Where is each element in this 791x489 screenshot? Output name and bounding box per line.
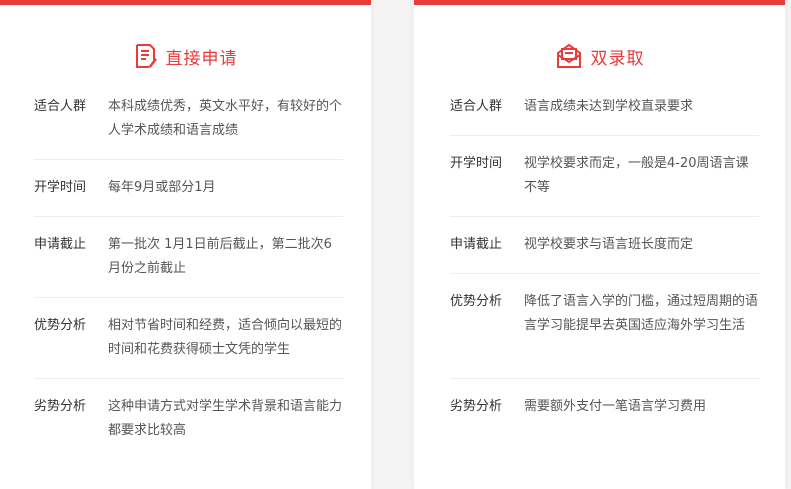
- row-label: 适合人群: [34, 99, 87, 114]
- row-value: 本科成绩优秀，英文水平好，有较好的个人学术成绩和语言成绩: [108, 99, 343, 138]
- divider: [34, 216, 343, 217]
- row-disadvantages: 劣势分析 需要额外支付一笔语言学习费用: [450, 395, 759, 419]
- row-disadvantages: 劣势分析 这种申请方式对学生学术背景和语言能力都要求比较高: [34, 395, 343, 443]
- row-label: 申请截止: [34, 237, 87, 252]
- row-value: 降低了语言入学的门槛，通过短周期的语言学习能提早去英国适应海外学习生活: [524, 294, 759, 333]
- divider: [450, 216, 759, 217]
- row-value: 相对节省时间和经费，适合倾向以最短的时间和花费获得硕士文凭的学生: [108, 318, 343, 357]
- row-label: 劣势分析: [450, 399, 503, 414]
- divider: [34, 378, 343, 379]
- row-start-date: 开学时间 视学校要求而定，一般是4-20周语言课不等: [450, 152, 759, 200]
- row-value: 语言成绩未达到学校直录要求: [524, 99, 694, 114]
- card-header: 双录取: [414, 41, 785, 71]
- row-start-date: 开学时间 每年9月或部分1月: [34, 176, 343, 200]
- divider: [34, 159, 343, 160]
- row-deadline: 申请截止 视学校要求与语言班长度而定: [450, 233, 759, 257]
- row-value: 需要额外支付一笔语言学习费用: [524, 399, 707, 414]
- row-advantages: 优势分析 相对节省时间和经费，适合倾向以最短的时间和花费获得硕士文凭的学生: [34, 314, 343, 362]
- row-label: 申请截止: [450, 237, 503, 252]
- divider: [34, 297, 343, 298]
- row-advantages: 优势分析 降低了语言入学的门槛，通过短周期的语言学习能提早去英国适应海外学习生活: [450, 290, 759, 338]
- card-title: 双录取: [590, 48, 645, 69]
- row-label: 适合人群: [450, 99, 503, 114]
- row-label: 优势分析: [34, 318, 87, 333]
- row-label: 开学时间: [34, 180, 87, 195]
- dual-admission-card: 双录取 适合人群 语言成绩未达到学校直录要求 开学时间 视学校要求而定，一般是4…: [414, 0, 785, 489]
- row-label: 劣势分析: [34, 399, 87, 414]
- card-header: 直接申请: [0, 41, 371, 71]
- row-label: 优势分析: [450, 294, 503, 309]
- card-title: 直接申请: [165, 48, 238, 69]
- row-label: 开学时间: [450, 156, 503, 171]
- application-form-icon: [134, 43, 158, 69]
- row-value: 这种申请方式对学生学术背景和语言能力都要求比较高: [108, 399, 343, 438]
- divider: [450, 378, 759, 379]
- row-value: 视学校要求与语言班长度而定: [524, 237, 694, 252]
- row-value: 视学校要求而定，一般是4-20周语言课不等: [524, 156, 749, 195]
- divider: [450, 273, 759, 274]
- row-target-group: 适合人群 本科成绩优秀，英文水平好，有较好的个人学术成绩和语言成绩: [34, 95, 343, 143]
- direct-application-card: 直接申请 适合人群 本科成绩优秀，英文水平好，有较好的个人学术成绩和语言成绩 开…: [0, 0, 371, 489]
- row-value: 第一批次 1月1日前后截止，第二批次6月份之前截止: [108, 237, 332, 276]
- row-value: 每年9月或部分1月: [108, 180, 216, 195]
- divider: [450, 135, 759, 136]
- row-target-group: 适合人群 语言成绩未达到学校直录要求: [450, 95, 759, 119]
- row-deadline: 申请截止 第一批次 1月1日前后截止，第二批次6月份之前截止: [34, 233, 343, 281]
- envelope-offer-icon: [555, 43, 583, 69]
